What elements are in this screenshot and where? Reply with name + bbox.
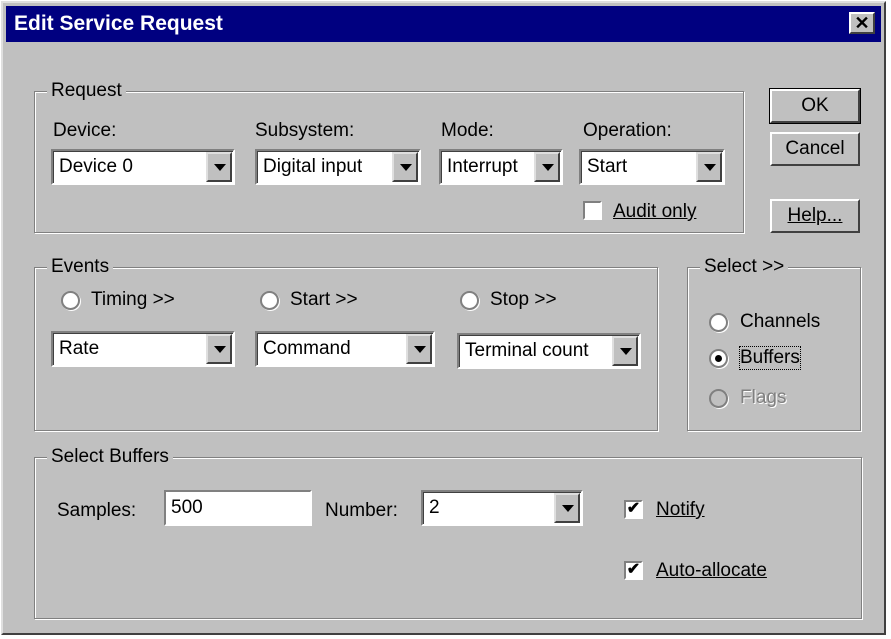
start-label[interactable]: Start >> xyxy=(290,289,358,311)
operation-value: Start xyxy=(587,156,628,177)
timing-select[interactable]: Rate xyxy=(51,331,235,367)
start-radio[interactable] xyxy=(260,291,279,310)
select-buffers-group: Select Buffers xyxy=(34,446,862,619)
close-icon: ✕ xyxy=(854,13,870,33)
window-title: Edit Service Request xyxy=(14,12,223,35)
events-legend: Events xyxy=(47,256,114,278)
device-label: Device: xyxy=(53,120,117,141)
auto-allocate-checkbox[interactable]: ✔ xyxy=(624,561,643,580)
dropdown-arrow-icon[interactable] xyxy=(392,152,418,182)
dropdown-arrow-icon[interactable] xyxy=(406,334,432,364)
device-value: Device 0 xyxy=(59,156,133,177)
flags-radio xyxy=(709,389,728,408)
request-legend: Request xyxy=(47,80,126,102)
samples-label: Samples: xyxy=(57,500,137,521)
timing-label[interactable]: Timing >> xyxy=(91,289,175,311)
buffers-radio[interactable] xyxy=(709,349,728,368)
stop-select[interactable]: Terminal count xyxy=(457,333,641,369)
number-value: 2 xyxy=(429,497,440,518)
select-buffers-legend: Select Buffers xyxy=(47,446,173,468)
help-button[interactable]: Help... xyxy=(770,199,860,233)
number-label: Number: xyxy=(325,500,398,521)
number-select[interactable]: 2 xyxy=(421,490,583,526)
stop-radio[interactable] xyxy=(460,291,479,310)
channels-label[interactable]: Channels xyxy=(740,311,820,333)
close-button[interactable]: ✕ xyxy=(849,12,875,34)
timing-radio[interactable] xyxy=(61,291,80,310)
dropdown-arrow-icon[interactable] xyxy=(206,334,232,364)
flags-label: Flags xyxy=(740,387,787,408)
dropdown-arrow-icon[interactable] xyxy=(696,152,722,182)
dropdown-arrow-icon[interactable] xyxy=(554,493,580,523)
subsystem-label: Subsystem: xyxy=(255,120,355,141)
stop-value: Terminal count xyxy=(465,340,589,361)
stop-label[interactable]: Stop >> xyxy=(490,289,557,311)
ok-button[interactable]: OK xyxy=(769,88,861,124)
mode-select[interactable]: Interrupt xyxy=(439,149,563,185)
checkmark-icon: ✔ xyxy=(626,561,641,578)
dialog-window: Edit Service Request ✕ Request Device: D… xyxy=(1,1,886,635)
dropdown-arrow-icon[interactable] xyxy=(534,152,560,182)
timing-value: Rate xyxy=(59,338,100,359)
select-legend: Select >> xyxy=(700,256,789,278)
samples-input[interactable]: 500 xyxy=(164,490,312,526)
dropdown-arrow-icon[interactable] xyxy=(612,336,638,366)
cancel-button[interactable]: Cancel xyxy=(770,132,860,166)
mode-label: Mode: xyxy=(441,120,494,141)
notify-label[interactable]: Notify xyxy=(656,499,705,521)
audit-only-label[interactable]: Audit only xyxy=(613,201,696,223)
audit-only-checkbox[interactable] xyxy=(583,201,602,220)
title-bar[interactable]: Edit Service Request ✕ xyxy=(6,6,881,42)
subsystem-value: Digital input xyxy=(263,156,363,177)
samples-value: 500 xyxy=(171,497,203,518)
subsystem-select[interactable]: Digital input xyxy=(255,149,421,185)
auto-allocate-label[interactable]: Auto-allocate xyxy=(656,560,767,582)
dropdown-arrow-icon[interactable] xyxy=(206,152,232,182)
buffers-label[interactable]: Buffers xyxy=(739,346,801,370)
start-value: Command xyxy=(263,338,351,359)
channels-radio[interactable] xyxy=(709,313,728,332)
operation-label: Operation: xyxy=(583,120,672,141)
device-select[interactable]: Device 0 xyxy=(51,149,235,185)
operation-select[interactable]: Start xyxy=(579,149,725,185)
notify-checkbox[interactable]: ✔ xyxy=(624,500,643,519)
start-select[interactable]: Command xyxy=(255,331,435,367)
mode-value: Interrupt xyxy=(447,156,518,177)
checkmark-icon: ✔ xyxy=(626,500,641,517)
